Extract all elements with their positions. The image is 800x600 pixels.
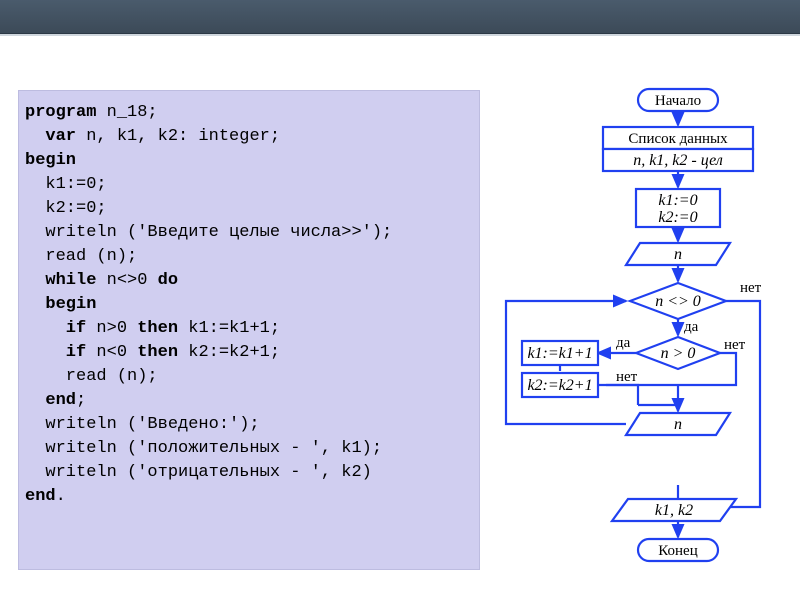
- yes-label-1: да: [684, 319, 699, 335]
- code-text: read (n);: [25, 247, 137, 266]
- end-label: Конец: [658, 543, 697, 559]
- code-text: writeln ('отрицательных - ', k2): [25, 463, 372, 482]
- init2-label: k2:=0: [658, 209, 697, 226]
- no-label-2b: нет: [616, 369, 638, 385]
- kw-end: end: [25, 391, 76, 410]
- assign2-label: k2:=k2+1: [527, 377, 592, 394]
- kw-end2: end: [25, 487, 56, 506]
- code-text: k1:=k1+1;: [178, 319, 280, 338]
- yes-label-2: да: [616, 335, 631, 351]
- code-text: k2:=k2+1;: [178, 343, 280, 362]
- no-label-2a: нет: [724, 337, 746, 353]
- datalist-label: Список данных: [628, 131, 728, 147]
- code-block: program n_18; var n, k1, k2: integer; be…: [18, 90, 480, 570]
- input2-label: n: [674, 416, 682, 433]
- kw-then2: then: [137, 343, 178, 362]
- code-text: n<0: [86, 343, 137, 362]
- assign1-label: k1:=k1+1: [527, 345, 592, 362]
- kw-if: if: [25, 319, 86, 338]
- title-bar: [0, 0, 800, 34]
- input1-label: n: [674, 246, 682, 263]
- code-text: n, k1, k2: integer;: [76, 127, 280, 146]
- kw-then: then: [137, 319, 178, 338]
- start-label: Начало: [655, 93, 701, 109]
- code-text: n>0: [86, 319, 137, 338]
- kw-if2: if: [25, 343, 86, 362]
- slide-content: program n_18; var n, k1, k2: integer; be…: [18, 90, 788, 592]
- code-text: k2:=0;: [25, 199, 107, 218]
- code-text: writeln ('Введено:');: [25, 415, 260, 434]
- kw-begin: begin: [25, 151, 76, 170]
- code-text: k1:=0;: [25, 175, 107, 194]
- vars-label: n, k1, k2 - цел: [633, 152, 723, 169]
- code-text: n<>0: [96, 271, 157, 290]
- kw-begin2: begin: [25, 295, 96, 314]
- divider: [0, 34, 800, 36]
- code-text: ;: [76, 391, 86, 410]
- kw-var: var: [25, 127, 76, 146]
- code-text: n_18;: [96, 103, 157, 122]
- code-text: writeln ('положительных - ', k1);: [25, 439, 382, 458]
- code-text: .: [56, 487, 66, 506]
- cond2-label: n > 0: [661, 345, 696, 362]
- kw-while: while: [25, 271, 96, 290]
- kw-program: program: [25, 103, 96, 122]
- code-text: read (n);: [25, 367, 158, 386]
- output-label: k1, k2: [655, 502, 693, 519]
- code-text: writeln ('Введите целые числа>>');: [25, 223, 392, 242]
- cond1-label: n <> 0: [655, 293, 701, 310]
- init1-label: k1:=0: [658, 192, 697, 209]
- no-label-1: нет: [740, 280, 762, 296]
- kw-do: do: [158, 271, 178, 290]
- flowchart: Начало Список данных n, k1, k2 - цел k1:…: [488, 85, 800, 585]
